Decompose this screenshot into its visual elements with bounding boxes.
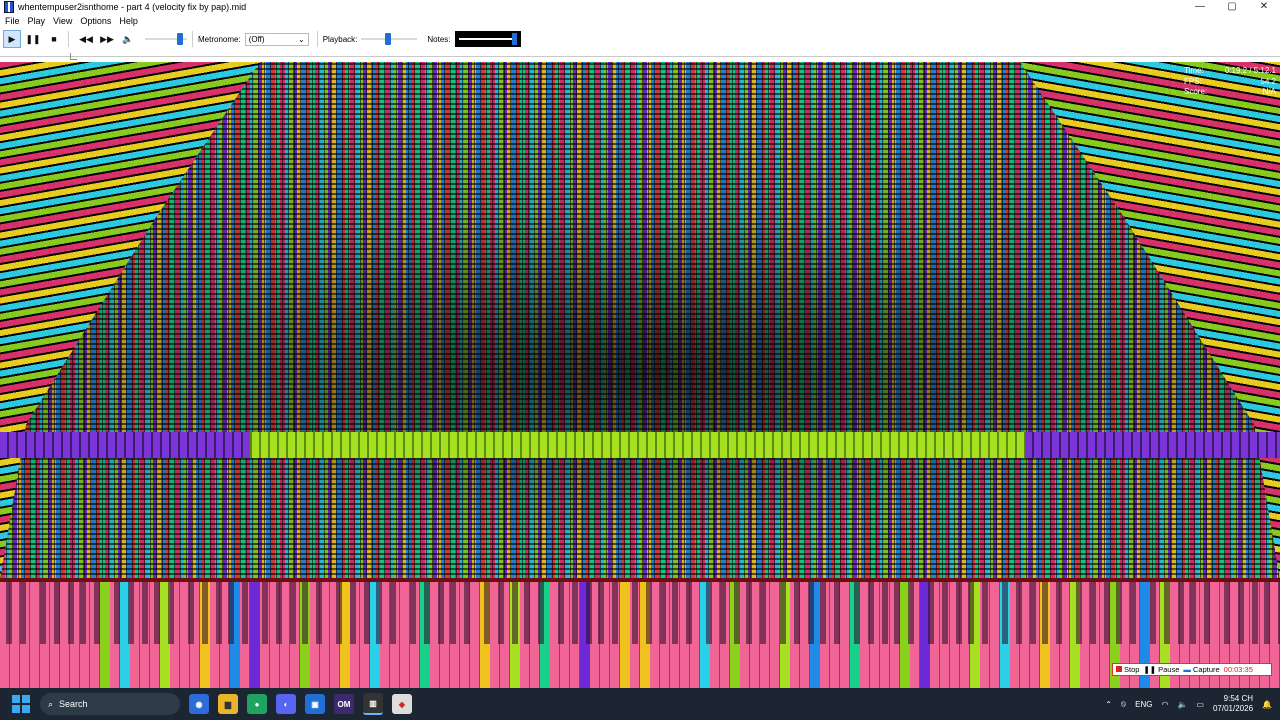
metronome-value: (Off): [248, 34, 265, 44]
menu-play[interactable]: Play: [28, 16, 46, 26]
clock-time: 9:54 CH: [1223, 694, 1254, 703]
time-value: 0:19.2 / 5:12.1: [1224, 66, 1276, 75]
score-value: N/A: [1262, 87, 1276, 96]
notes-label: Notes:: [427, 34, 451, 44]
volume-slider[interactable]: [145, 31, 187, 47]
om-app-icon[interactable]: OM: [334, 694, 354, 714]
recorder-app-icon[interactable]: ◈: [392, 694, 412, 714]
stop-icon: ■: [51, 34, 57, 44]
menu-view[interactable]: View: [53, 16, 72, 26]
volume-icon[interactable]: 🔈: [1177, 700, 1187, 709]
search-placeholder: Search: [59, 699, 88, 709]
menu-file[interactable]: File: [5, 16, 20, 26]
fast-forward-icon: ▶▶: [100, 33, 114, 44]
clock-date: 07/01/2026: [1212, 704, 1254, 713]
discord-icon[interactable]: ◐: [276, 694, 296, 714]
speaker-icon: 🔈: [122, 33, 134, 44]
volume-button[interactable]: 🔈: [119, 30, 137, 48]
fps-label: FPS:: [1184, 76, 1202, 86]
store-icon[interactable]: ▣: [305, 694, 325, 714]
wifi-icon[interactable]: ◠: [1161, 700, 1168, 709]
metronome-label: Metronome:: [198, 34, 241, 44]
playback-slider-thumb[interactable]: [385, 33, 392, 45]
notification-icon[interactable]: 🔔: [1262, 700, 1272, 709]
toolbar: ▶ ❚❚ ■ ◀◀ ▶▶ 🔈 Metronome: (Off) ⌄ Playba…: [0, 28, 1280, 50]
play-button[interactable]: ▶: [3, 30, 21, 48]
notes-slider[interactable]: [454, 31, 521, 47]
clock[interactable]: 9:54 CH 07/01/2026: [1213, 694, 1253, 714]
stats-overlay: Time: 0:19.2 / 5:12.1 FPS: 54.2 Score: N/A: [1184, 66, 1276, 98]
window-titlebar: whentempuser2isnthome - part 4 (velocity…: [0, 0, 1280, 14]
capture-bar: Stop ❚❚ Pause ▬ Capture 00:03:35: [1112, 663, 1272, 676]
window-title: whentempuser2isnthome - part 4 (velocity…: [18, 2, 247, 12]
fast-forward-button[interactable]: ▶▶: [98, 30, 116, 48]
volume-slider-thumb[interactable]: [177, 33, 183, 45]
pause-button[interactable]: ❚❚: [24, 30, 42, 48]
note-stream-right: [1020, 62, 1280, 580]
score-label: Score:: [1184, 87, 1208, 96]
chevron-up-icon[interactable]: ⌃: [1105, 700, 1112, 709]
playback-label: Playback:: [322, 34, 358, 44]
menu-help[interactable]: Help: [119, 16, 138, 26]
metronome-select[interactable]: (Off) ⌄: [244, 32, 309, 46]
capture-icon: ▬: [1183, 665, 1191, 674]
note-stream-left: [0, 62, 260, 580]
chrome-icon[interactable]: ●: [247, 694, 267, 714]
play-icon: ▶: [8, 33, 16, 44]
taskbar-search[interactable]: ⌕ Search: [40, 693, 180, 715]
piano-app-icon[interactable]: ▥: [363, 693, 383, 715]
rewind-button[interactable]: ◀◀: [77, 30, 95, 48]
search-icon: ⌕: [48, 698, 54, 709]
capture-stop-button[interactable]: Stop: [1116, 665, 1139, 674]
chevron-down-icon: ⌄: [297, 34, 305, 44]
piano-black-keys: [0, 582, 1280, 644]
menu-options[interactable]: Options: [80, 16, 111, 26]
capture-timer: 00:03:35: [1223, 665, 1253, 674]
network-icon[interactable]: ⦸: [1121, 699, 1126, 709]
stop-button[interactable]: ■: [45, 30, 63, 48]
toolbar-divider: [192, 31, 193, 47]
pause-icon: ❚❚: [25, 33, 41, 44]
system-tray: ⌃ ⦸ ENG ◠ 🔈 ▭ 9:54 CH 07/01/2026 🔔: [1105, 688, 1272, 720]
file-explorer-icon[interactable]: ▆: [218, 694, 238, 714]
playback-slider[interactable]: [361, 31, 418, 47]
piano-keyboard: [0, 582, 1280, 688]
song-progress-thumb[interactable]: [70, 53, 77, 60]
note-visualizer: Time: 0:19.2 / 5:12.1 FPS: 54.2 Score: N/A: [0, 62, 1280, 580]
note-band: [0, 432, 1280, 458]
rewind-icon: ◀◀: [79, 33, 93, 44]
stop-icon: [1116, 666, 1122, 672]
window-controls: — ▢ ✕: [1184, 0, 1280, 14]
fps-value: 54.2: [1260, 76, 1276, 86]
battery-icon[interactable]: ▭: [1196, 700, 1204, 709]
windows-start-icon[interactable]: [12, 695, 30, 713]
taskbar: ⌕ Search ◉ ▆ ● ◐ ▣ OM ▥ ◈ ⌃ ⦸ ENG ◠ 🔈 ▭ …: [0, 688, 1280, 720]
close-button[interactable]: ✕: [1248, 0, 1280, 14]
maximize-button[interactable]: ▢: [1216, 0, 1248, 14]
copilot-icon[interactable]: ◉: [189, 694, 209, 714]
language-indicator[interactable]: ENG: [1135, 700, 1152, 709]
notes-slider-thumb[interactable]: [511, 33, 517, 45]
menu-bar: File Play View Options Help: [0, 14, 1280, 28]
pause-icon: ❚❚: [1143, 665, 1157, 674]
toolbar-divider: [68, 31, 69, 47]
app-icon: [4, 1, 14, 13]
time-label: Time:: [1184, 66, 1204, 75]
capture-button[interactable]: ▬ Capture: [1183, 665, 1219, 674]
song-progress-bar[interactable]: [0, 50, 1280, 62]
toolbar-divider: [316, 31, 318, 47]
minimize-button[interactable]: —: [1184, 0, 1216, 14]
capture-pause-button[interactable]: ❚❚ Pause: [1143, 665, 1179, 674]
